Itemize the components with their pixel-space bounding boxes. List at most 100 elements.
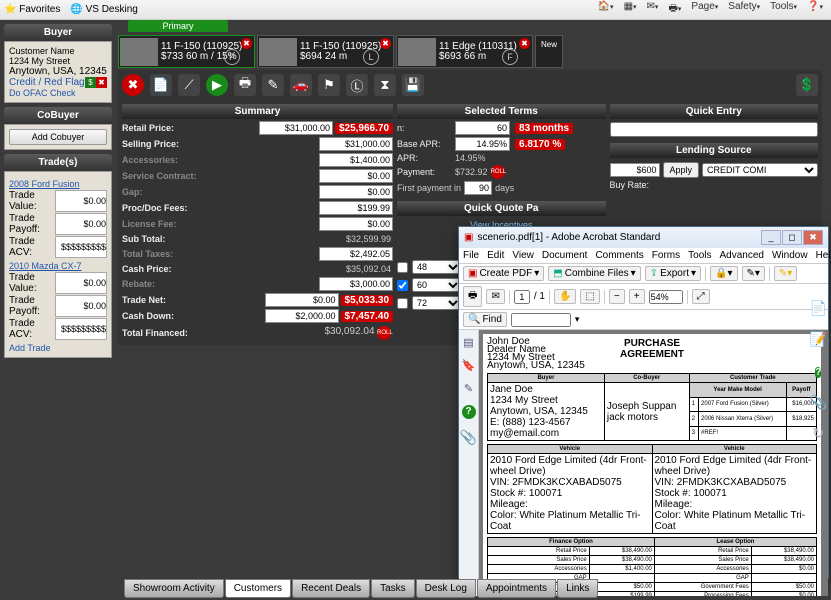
page-menu[interactable]: Page▾ <box>687 1 722 18</box>
favorites-btn[interactable]: ⭐ Favorites <box>4 4 60 15</box>
baseapr-input[interactable] <box>455 137 510 151</box>
find-button[interactable]: 🔍 Find <box>463 312 507 327</box>
deal-icon[interactable]: 📄 <box>150 74 172 96</box>
trade-value-input[interactable] <box>55 190 107 212</box>
car-icon[interactable]: 🚗 <box>290 74 312 96</box>
menu-forms[interactable]: Forms <box>652 250 680 261</box>
acrobat-titlebar[interactable]: ▣ scenerio.pdf[1] - Adobe Acrobat Standa… <box>459 227 828 248</box>
tab-tasks[interactable]: Tasks <box>371 579 415 598</box>
menu-help[interactable]: Help <box>816 250 831 261</box>
road-icon[interactable]: ⟋ <box>178 74 200 96</box>
ofac-link[interactable]: Do OFAC Check <box>9 88 107 98</box>
tools-menu[interactable]: Tools▾ <box>766 1 801 18</box>
tab-showroom[interactable]: Showroom Activity <box>124 579 224 598</box>
hourglass-icon[interactable]: ⧗ <box>374 74 396 96</box>
menu-edit[interactable]: Edit <box>487 250 504 261</box>
quick-input[interactable] <box>610 122 818 137</box>
create-pdf-button[interactable]: ▣Create PDF▾ <box>463 266 544 281</box>
vehicle-tab[interactable]: 11 F-150 (110925)$733 60 m / 15% P ✖ <box>118 35 255 68</box>
term-check[interactable] <box>397 262 408 273</box>
trade-acv-input[interactable] <box>55 236 107 258</box>
trade-payoff-input[interactable] <box>55 295 107 317</box>
retail-input[interactable] <box>259 121 333 135</box>
vehicle-tab[interactable]: 11 Edge (110311)$693 66 m F ✖ <box>396 35 533 68</box>
rebate-input[interactable] <box>319 277 393 291</box>
forward-icon[interactable]: ▶ <box>206 74 228 96</box>
menu-comments[interactable]: Comments <box>595 250 643 261</box>
term-check[interactable] <box>397 280 408 291</box>
roll-icon[interactable]: ROLL <box>377 326 391 340</box>
close-button[interactable]: ✖ <box>803 230 823 245</box>
trade-link[interactable]: 2008 Ford Fusion <box>9 179 107 189</box>
roll-icon[interactable]: ROLL <box>491 165 505 179</box>
mail-icon[interactable]: ✉▾ <box>643 1 663 18</box>
new-vehicle-button[interactable]: New <box>535 35 563 68</box>
menu-window[interactable]: Window <box>772 250 808 261</box>
tab-customers[interactable]: Customers <box>225 579 291 598</box>
sign-icon[interactable]: ✎ <box>262 74 284 96</box>
credit-link[interactable]: Credit / Red Flag$ <box>9 77 107 88</box>
bookmarks-icon[interactable]: 🔖 <box>462 359 476 372</box>
print-icon[interactable]: 🖶 <box>234 74 256 96</box>
add-trade-link[interactable]: Add Trade <box>9 343 107 353</box>
close-icon[interactable]: ✖ <box>519 38 530 49</box>
tab-recent[interactable]: Recent Deals <box>292 579 370 598</box>
home-icon[interactable]: 🏠▾ <box>594 1 618 18</box>
map-icon[interactable]: Ⓛ <box>346 74 368 96</box>
tax-input[interactable] <box>319 247 393 261</box>
help-dock-icon[interactable]: ? <box>815 362 821 380</box>
comment-icon[interactable]: ✎▾ <box>774 266 797 281</box>
email-icon[interactable]: ✉ <box>486 289 504 304</box>
accessories-input[interactable] <box>319 153 393 167</box>
money-icon[interactable]: 💲 <box>796 74 818 96</box>
attach-icon[interactable]: 📎 <box>810 394 827 411</box>
flag-icon[interactable]: ⚑ <box>318 74 340 96</box>
selling-input[interactable] <box>319 137 393 151</box>
payment-input[interactable] <box>610 163 660 177</box>
tab-desklog[interactable]: Desk Log <box>416 579 476 598</box>
safety-menu[interactable]: Safety▾ <box>724 1 764 18</box>
lender-select[interactable]: CREDIT COMI <box>702 163 818 177</box>
license-input[interactable] <box>319 217 393 231</box>
trade-acv-input[interactable] <box>55 318 107 340</box>
firstpay-input[interactable] <box>464 181 492 195</box>
zoom-input[interactable] <box>649 290 683 304</box>
trade-link[interactable]: 2010 Mazda CX-7 <box>9 261 107 271</box>
fit-icon[interactable]: ⤢ <box>692 289 710 304</box>
hand-icon[interactable]: ✋ <box>554 289 576 304</box>
zoom-in-icon[interactable]: + <box>629 289 645 304</box>
add-cobuyer-button[interactable]: Add Cobuyer <box>9 129 107 145</box>
browser-tab[interactable]: 🌐 VS Desking <box>70 4 137 15</box>
save-icon[interactable]: 💾 <box>402 74 424 96</box>
page-input[interactable] <box>514 290 530 304</box>
menu-document[interactable]: Document <box>542 250 588 261</box>
service-input[interactable] <box>319 169 393 183</box>
menu-file[interactable]: File <box>463 250 479 261</box>
minimize-button[interactable]: _ <box>761 230 781 245</box>
term-check[interactable] <box>397 298 408 309</box>
term-select[interactable]: 72 <box>412 296 462 310</box>
note-icon[interactable]: 📝 <box>810 331 827 348</box>
gap-input[interactable] <box>319 185 393 199</box>
refresh-icon[interactable]: ↻ <box>812 425 824 442</box>
find-input[interactable] <box>511 313 571 327</box>
help-icon[interactable]: ❓▾ <box>803 1 827 18</box>
sign-icon[interactable]: ✎▾ <box>742 266 765 281</box>
close-icon[interactable]: ✖ <box>241 38 252 49</box>
help-icon[interactable]: ? <box>462 405 476 419</box>
proc-input[interactable] <box>319 201 393 215</box>
tab-links[interactable]: Links <box>557 579 598 598</box>
ofac-badge[interactable]: $ <box>85 77 96 88</box>
print-icon[interactable]: 🖶 <box>463 286 482 307</box>
menu-advanced[interactable]: Advanced <box>720 250 764 261</box>
select-icon[interactable]: ⬚ <box>580 289 599 304</box>
apply-button[interactable]: Apply <box>663 162 700 178</box>
term-select[interactable]: 60 <box>412 278 462 292</box>
feed-icon[interactable]: ▦▾ <box>620 1 641 18</box>
vehicle-tab[interactable]: 11 F-150 (110925)$694 24 m L ✖ <box>257 35 394 68</box>
print-icon[interactable]: 🖶▾ <box>664 1 685 18</box>
tradenet-input[interactable] <box>265 293 339 307</box>
secure-icon[interactable]: 🔒▾ <box>710 266 737 281</box>
menu-view[interactable]: View <box>512 250 534 261</box>
menu-tools[interactable]: Tools <box>688 250 711 261</box>
